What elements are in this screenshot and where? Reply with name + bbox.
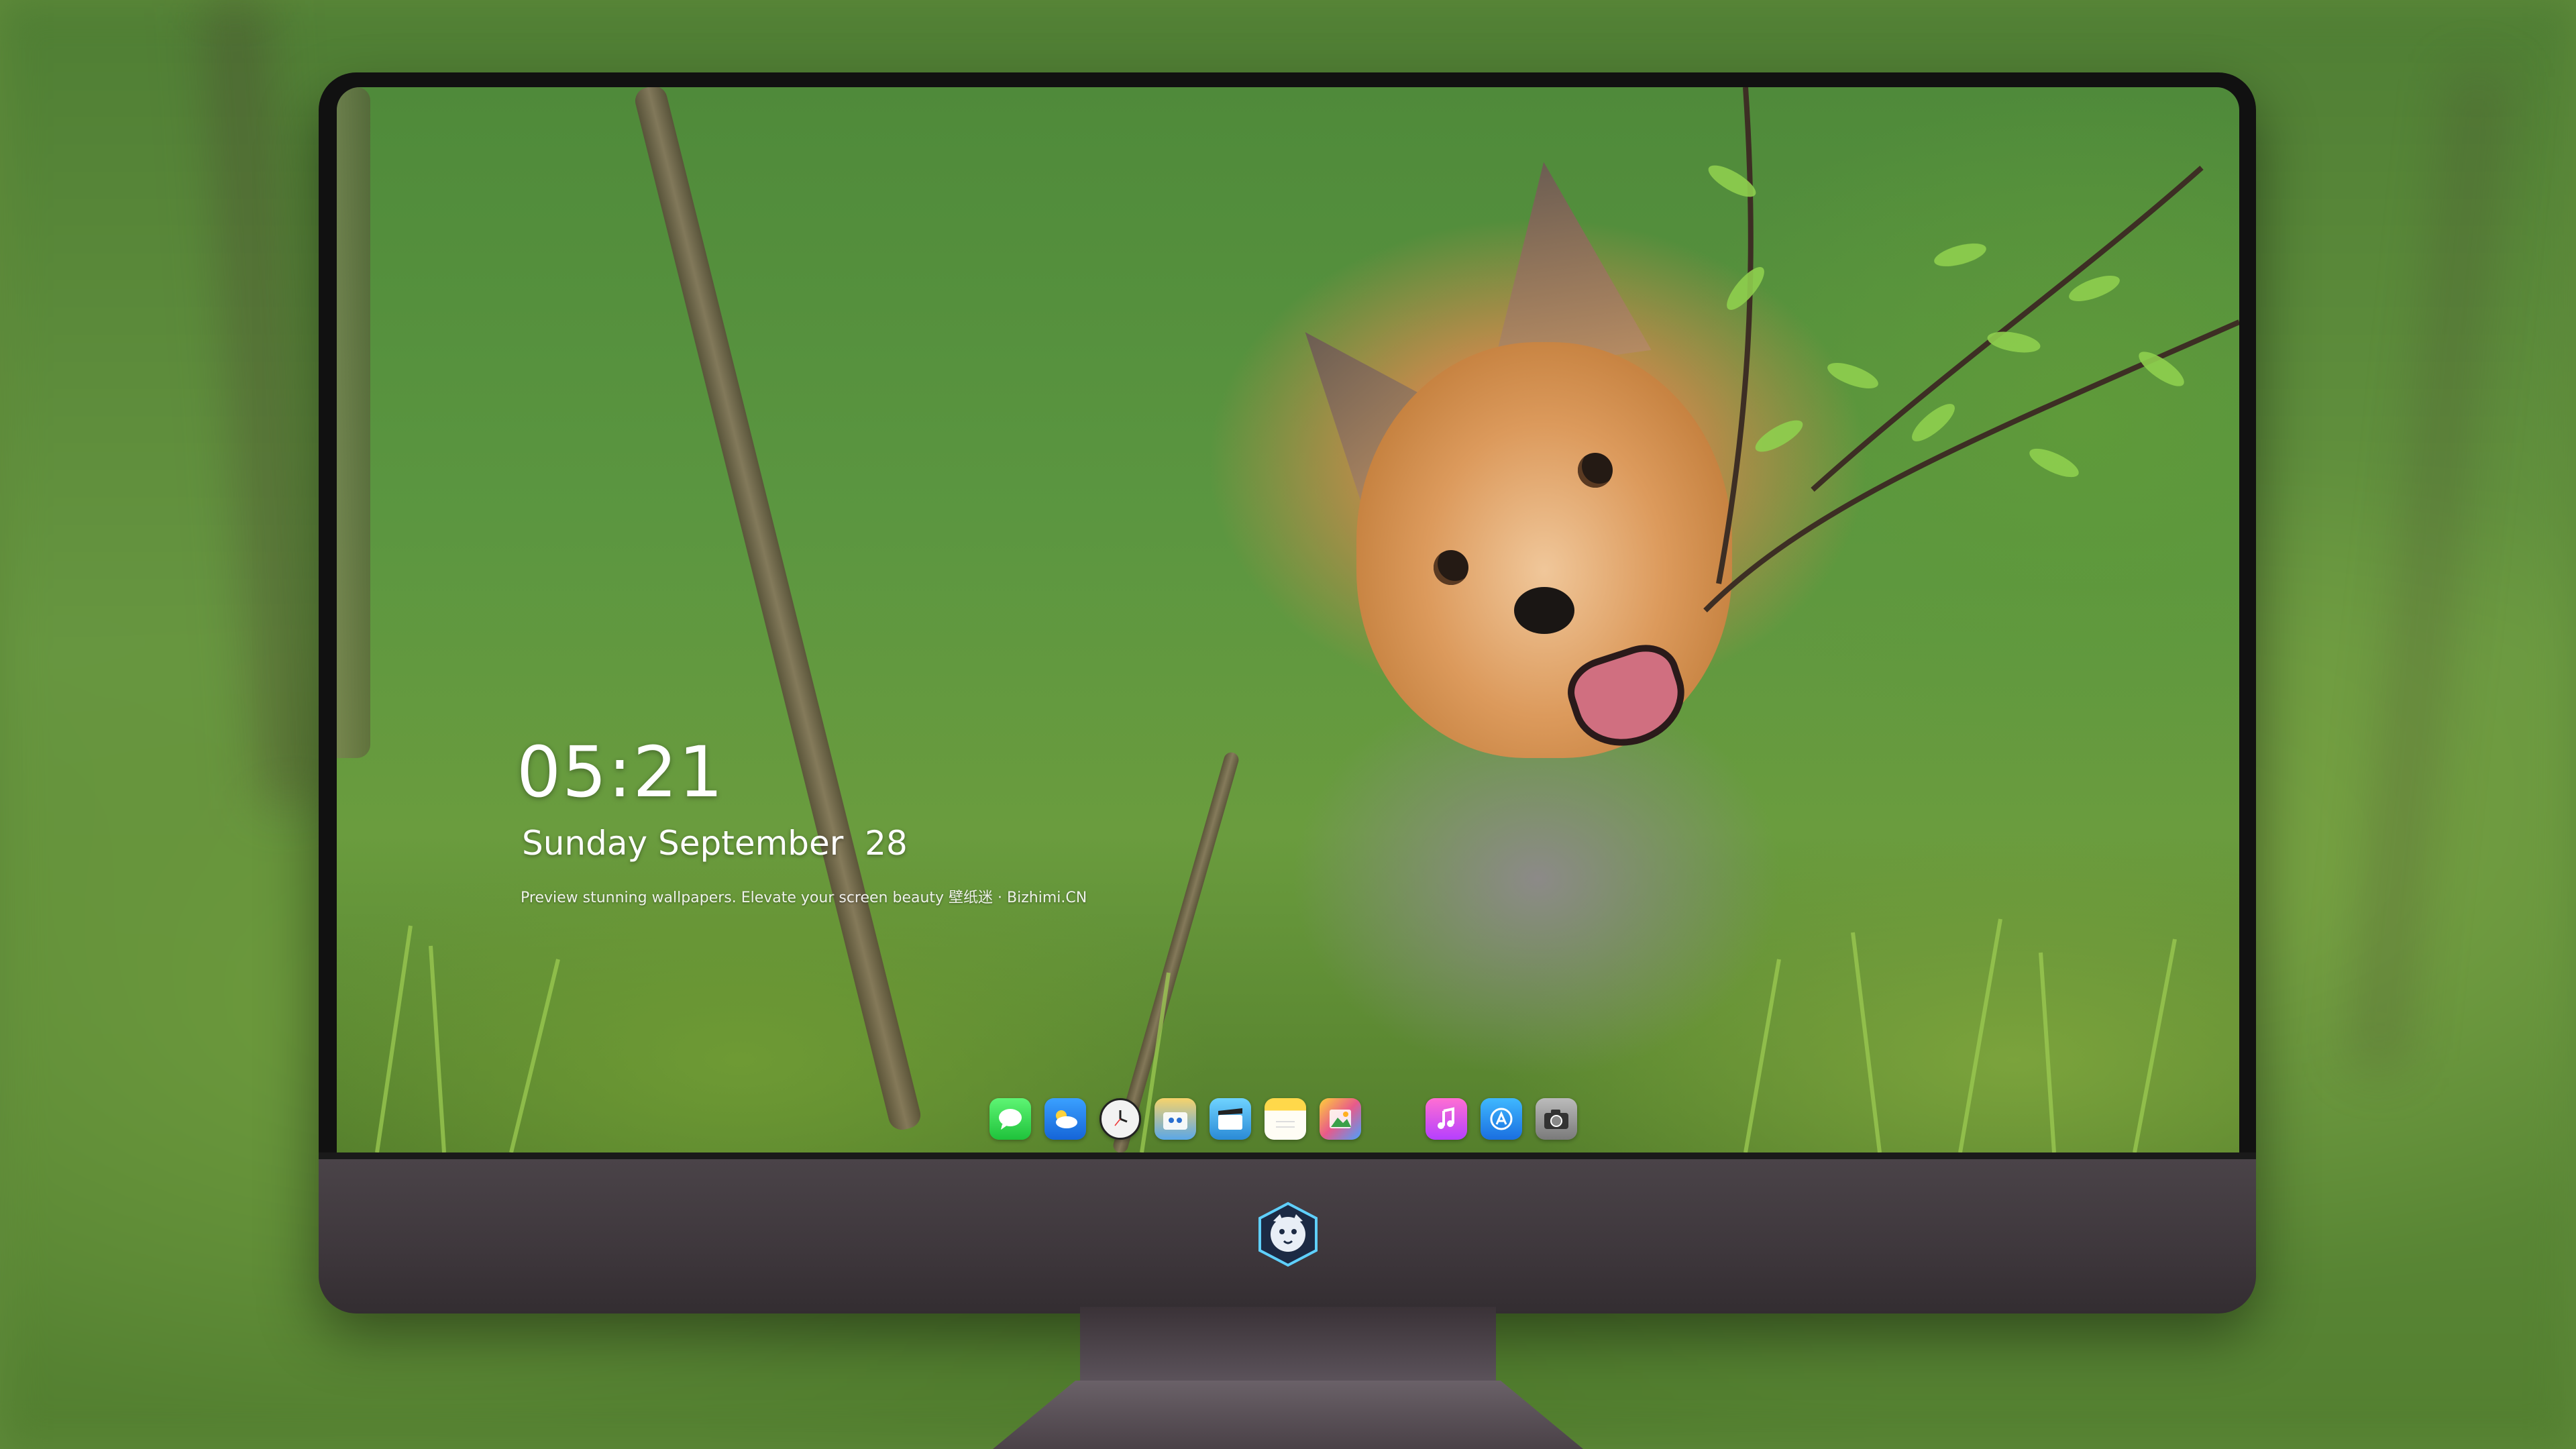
clips-icon[interactable] (1210, 1098, 1251, 1140)
brand-logo-icon (1253, 1199, 1323, 1269)
wallpaper-foliage (375, 87, 2239, 1152)
dock (989, 1090, 1577, 1148)
camera-icon[interactable] (1536, 1098, 1577, 1140)
monitor-stand-base (993, 1381, 1583, 1449)
lock-screen[interactable]: 05:21 Sunday September 28 Preview stunni… (337, 87, 2239, 1152)
clock-time: 05:21 (517, 731, 724, 813)
clock-date: Sunday September 28 (522, 824, 908, 863)
app-store-icon[interactable] (1481, 1098, 1522, 1140)
messages-icon[interactable] (989, 1098, 1031, 1140)
photos-icon[interactable] (1320, 1098, 1361, 1140)
wallpaper-caption: Preview stunning wallpapers. Elevate you… (521, 890, 1087, 906)
weather-icon[interactable] (1044, 1098, 1086, 1140)
finder-icon[interactable] (1155, 1098, 1196, 1140)
music-icon[interactable] (1426, 1098, 1467, 1140)
clock-icon[interactable] (1099, 1098, 1141, 1140)
monitor-stand (1080, 1307, 1496, 1381)
notes-icon[interactable] (1265, 1098, 1306, 1140)
